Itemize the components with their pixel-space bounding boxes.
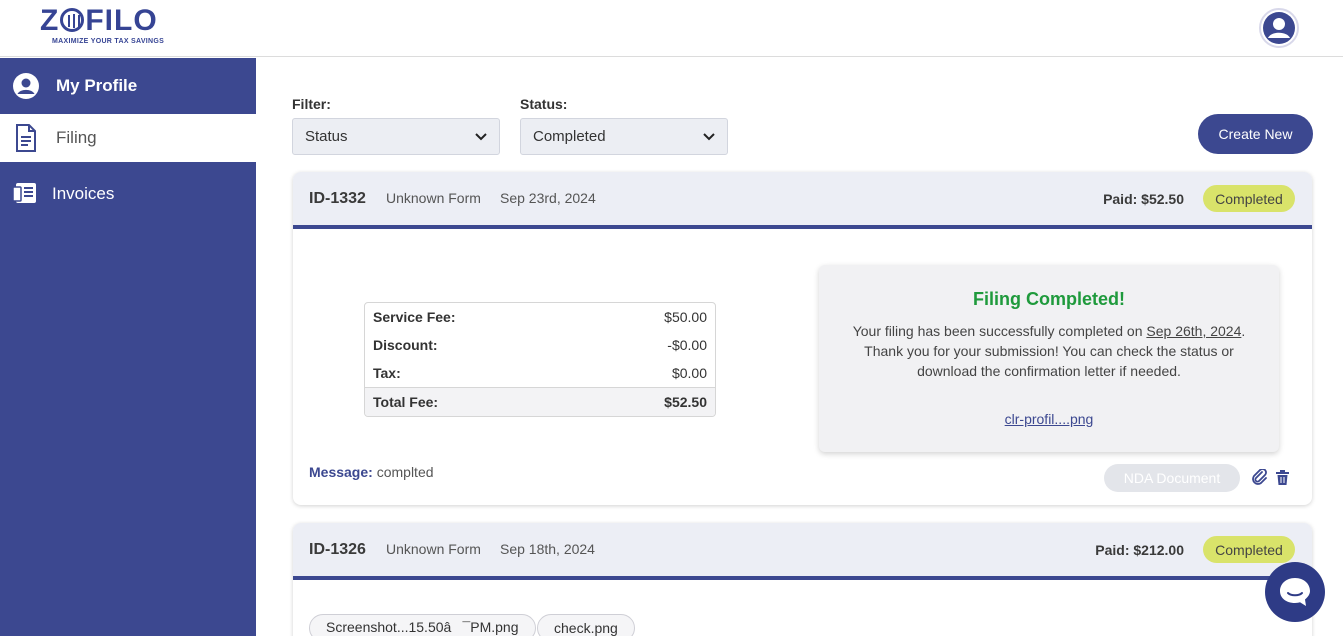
sidebar-item-label: Invoices [52,184,115,203]
filing-card: ID-1332 Unknown Form Sep 23rd, 2024 Paid… [293,172,1312,505]
completed-message: Your filing has been successfully comple… [852,323,1246,379]
filing-card-header[interactable]: ID-1332 Unknown Form Sep 23rd, 2024 Paid… [293,172,1312,229]
completed-date: Sep 26th, 2024 [1146,323,1242,339]
status-select-value: Completed [533,128,606,145]
fee-row-discount: Discount: -$0.00 [365,331,715,359]
filter-select-value: Status [305,128,348,145]
filter-select[interactable]: Status [292,118,500,155]
status-label: Status: [520,96,568,112]
sidebar-item-label: Filing [56,128,97,147]
sidebar-item-label: My Profile [56,76,138,95]
user-circle-icon [12,72,40,100]
delete-button[interactable] [1273,468,1291,486]
logo-wordmark: Z FILO [40,4,158,37]
zofilo-logo[interactable]: Z FILO MAXIMIZE YOUR TAX SAVINGS [40,6,170,50]
status-badge: Completed [1203,185,1295,212]
filing-message: Message: complted [309,464,434,480]
filing-date: Sep 23rd, 2024 [500,190,596,206]
chevron-down-icon [703,132,715,140]
fee-table: Service Fee: $50.00 Discount: -$0.00 Tax… [364,302,716,417]
fee-row-service: Service Fee: $50.00 [365,303,715,331]
chat-bubble-icon [1280,578,1310,606]
invoice-icon [12,180,40,208]
document-icon [12,124,40,152]
filing-id: ID-1332 [309,190,366,207]
fee-label: Total Fee: [373,394,439,410]
sidebar-item-invoices[interactable]: Invoices [0,170,256,218]
filing-paid-amount: Paid: $52.50 [1103,191,1184,207]
fee-label: Service Fee: [373,309,456,325]
nda-document-button[interactable]: NDA Document [1104,464,1240,492]
filing-card: ID-1326 Unknown Form Sep 18th, 2024 Paid… [293,523,1312,636]
filing-form-name: Unknown Form [386,190,481,206]
trash-icon [1275,469,1289,485]
attachment-chip[interactable]: Screenshot...15.50â¯PM.png [309,614,536,636]
sidebar-item-filing[interactable]: Filing [0,114,256,162]
chat-widget-button[interactable] [1265,562,1325,622]
create-new-button[interactable]: Create New [1198,114,1313,154]
paperclip-icon [1252,469,1267,485]
filing-form-name: Unknown Form [386,541,481,557]
fee-value: $52.50 [664,394,707,410]
status-badge: Completed [1203,536,1295,563]
attachment-chip[interactable]: check.png [537,614,635,636]
logo-emblem-icon [60,8,85,32]
status-select[interactable]: Completed [520,118,728,155]
logo-tagline: MAXIMIZE YOUR TAX SAVINGS [52,38,165,45]
chevron-down-icon [475,132,487,140]
fee-value: $0.00 [671,365,707,381]
fee-row-total: Total Fee: $52.50 [365,387,715,416]
fee-row-tax: Tax: $0.00 [365,359,715,387]
filing-date: Sep 18th, 2024 [500,541,595,557]
fee-label: Discount: [373,337,438,353]
sidebar: My Profile Filing Invoices [0,58,256,636]
account-avatar[interactable] [1259,8,1299,48]
fee-value: -$0.00 [667,337,707,353]
top-bar: Z FILO MAXIMIZE YOUR TAX SAVINGS [0,0,1343,57]
sidebar-item-my-profile[interactable]: My Profile [0,58,256,114]
confirmation-file-link[interactable]: clr-profil....png [819,411,1279,427]
main-content: Filter: Status Status: Completed Create … [256,58,1343,636]
message-label: Message: [309,464,373,480]
message-text: complted [376,464,434,480]
user-circle-icon [1263,12,1295,44]
filing-id: ID-1326 [309,541,366,558]
filing-card-header[interactable]: ID-1326 Unknown Form Sep 18th, 2024 Paid… [293,523,1312,580]
fee-label: Tax: [373,365,401,381]
filing-paid-amount: Paid: $212.00 [1095,542,1184,558]
attach-button[interactable] [1250,468,1268,486]
filing-completed-panel: Filing Completed! Your filing has been s… [819,265,1279,452]
filter-label: Filter: [292,96,331,112]
completed-title: Filing Completed! [973,289,1125,309]
fee-value: $50.00 [664,309,707,325]
